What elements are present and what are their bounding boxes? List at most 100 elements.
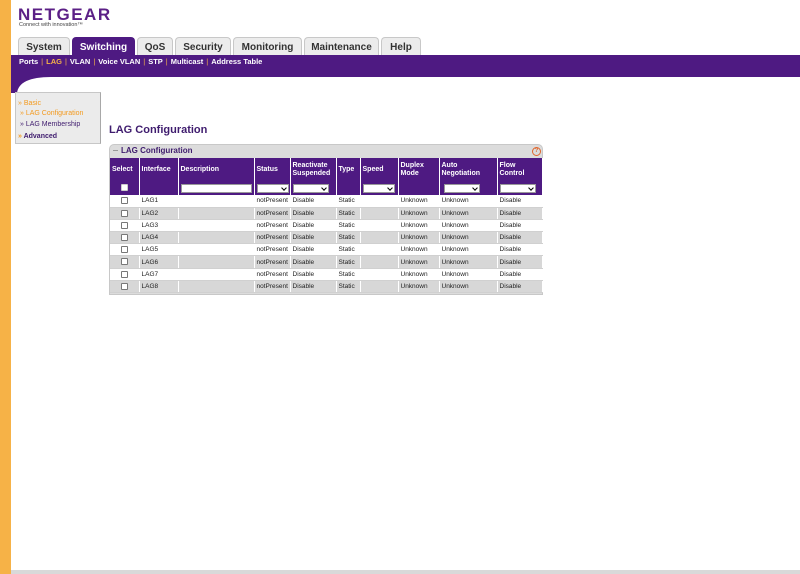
cell-reactivate: Disable xyxy=(290,207,337,220)
cell-interface: LAG6 xyxy=(139,255,179,269)
cell-reactivate: Disable xyxy=(290,243,337,257)
status-filter-select[interactable] xyxy=(256,183,289,193)
subnav-lag[interactable]: LAG xyxy=(46,57,62,66)
col-auto-negotiation: Auto Negotiation xyxy=(439,158,498,181)
sidebar-item-lag-configuration[interactable]: » LAG Configuration xyxy=(20,110,83,117)
row-select-checkbox[interactable] xyxy=(120,246,128,254)
main-tabs: System Switching QoS Security Monitoring… xyxy=(18,37,423,56)
subnav-separator: | xyxy=(206,57,209,66)
description-filter-input[interactable] xyxy=(180,183,252,193)
col-status: Status xyxy=(254,158,291,181)
cell-duplex: Unknown xyxy=(398,255,440,269)
nav-curve-decoration xyxy=(11,77,51,93)
cell-description xyxy=(178,219,255,233)
table-header-row: Select Interface Description Status Reac… xyxy=(110,158,543,181)
box-title: LAG Configuration xyxy=(121,146,193,155)
reactivate-filter-select[interactable] xyxy=(292,183,329,193)
tab-switching[interactable]: Switching xyxy=(72,37,135,56)
page-root: NETGEAR Connect with innovation™ System … xyxy=(0,0,800,574)
cell-interface: LAG5 xyxy=(139,243,179,257)
subnav-separator: | xyxy=(143,57,146,66)
subnav-voice-vlan[interactable]: Voice VLAN xyxy=(98,57,140,66)
cell-auto: Unknown xyxy=(439,195,498,208)
bottom-border xyxy=(11,570,800,574)
cell-type: Static xyxy=(336,268,361,281)
flow-control-filter-select[interactable] xyxy=(499,183,536,193)
cell-flow: Disable xyxy=(497,255,543,269)
cell-reactivate: Disable xyxy=(290,195,337,208)
table-row: LAG1 notPresent Disable Static Unknown Unknow… xyxy=(110,195,543,208)
cell-status: notPresent xyxy=(254,231,291,245)
tab-help[interactable]: Help xyxy=(381,37,421,56)
cell-interface: LAG4 xyxy=(139,231,179,245)
col-duplex-mode: Duplex Mode xyxy=(398,158,440,181)
cell-duplex: Unknown xyxy=(398,243,440,257)
cell-duplex: Unknown xyxy=(398,219,440,233)
cell-reactivate: Disable xyxy=(290,255,337,269)
cell-status: notPresent xyxy=(254,280,291,294)
cell-type: Static xyxy=(336,231,361,245)
cell-interface: LAG8 xyxy=(139,280,179,294)
row-select-checkbox[interactable] xyxy=(120,258,128,266)
cell-speed xyxy=(360,207,399,220)
cell-description xyxy=(178,268,255,281)
cell-flow: Disable xyxy=(497,280,543,294)
help-icon[interactable]: ? xyxy=(532,147,541,156)
cell-description xyxy=(178,255,255,269)
cell-interface: LAG3 xyxy=(139,219,179,233)
cell-flow: Disable xyxy=(497,195,543,208)
sidebar-advanced[interactable]: » Advanced xyxy=(18,133,57,140)
cell-flow: Disable xyxy=(497,231,543,245)
cell-description xyxy=(178,280,255,294)
speed-filter-select[interactable] xyxy=(362,183,395,193)
tab-security[interactable]: Security xyxy=(175,37,231,56)
row-select-checkbox[interactable] xyxy=(120,209,128,217)
table-row: LAG2 notPresent Disable Static Unknown Unknow… xyxy=(110,207,543,220)
cell-flow: Disable xyxy=(497,219,543,233)
cell-reactivate: Disable xyxy=(290,280,337,294)
subnav-separator: | xyxy=(41,57,44,66)
row-select-checkbox[interactable] xyxy=(120,234,128,242)
cell-duplex: Unknown xyxy=(398,268,440,281)
row-select-checkbox[interactable] xyxy=(120,197,128,205)
row-select-checkbox[interactable] xyxy=(120,282,128,290)
tab-system[interactable]: System xyxy=(18,37,70,56)
tab-monitoring[interactable]: Monitoring xyxy=(233,37,302,56)
cell-reactivate: Disable xyxy=(290,231,337,245)
col-interface: Interface xyxy=(139,158,179,181)
cell-status: notPresent xyxy=(254,207,291,220)
tab-maintenance[interactable]: Maintenance xyxy=(304,37,379,56)
table-row: LAG6 notPresent Disable Static Unknown Unknow… xyxy=(110,255,543,269)
subnav-address-table[interactable]: Address Table xyxy=(211,57,262,66)
cell-description xyxy=(178,231,255,245)
subnav-separator: | xyxy=(93,57,96,66)
subnav-stp[interactable]: STP xyxy=(148,57,163,66)
tab-qos[interactable]: QoS xyxy=(137,37,173,56)
cell-duplex: Unknown xyxy=(398,207,440,220)
cell-auto: Unknown xyxy=(439,280,498,294)
collapse-icon[interactable] xyxy=(113,150,118,151)
row-select-checkbox[interactable] xyxy=(120,270,128,278)
auto-negotiation-filter-select[interactable] xyxy=(443,183,480,193)
cell-type: Static xyxy=(336,195,361,208)
cell-auto: Unknown xyxy=(439,255,498,269)
subnav-multicast[interactable]: Multicast xyxy=(171,57,204,66)
select-all-checkbox[interactable] xyxy=(120,184,128,192)
row-select-checkbox[interactable] xyxy=(120,221,128,229)
cell-interface: LAG7 xyxy=(139,268,179,281)
table-row: LAG3 notPresent Disable Static Unknown Unknow… xyxy=(110,219,543,233)
cell-type: Static xyxy=(336,207,361,220)
subnav-ports[interactable]: Ports xyxy=(19,57,38,66)
cell-flow: Disable xyxy=(497,268,543,281)
cell-auto: Unknown xyxy=(439,219,498,233)
subnav-vlan[interactable]: VLAN xyxy=(70,57,90,66)
cell-description xyxy=(178,243,255,257)
cell-status: notPresent xyxy=(254,219,291,233)
sidebar-item-lag-membership[interactable]: » LAG Membership xyxy=(20,121,80,128)
sidebar-basic[interactable]: » Basic xyxy=(18,100,41,107)
cell-auto: Unknown xyxy=(439,231,498,245)
col-speed: Speed xyxy=(360,158,399,181)
cell-speed xyxy=(360,219,399,233)
cell-duplex: Unknown xyxy=(398,195,440,208)
cell-speed xyxy=(360,255,399,269)
